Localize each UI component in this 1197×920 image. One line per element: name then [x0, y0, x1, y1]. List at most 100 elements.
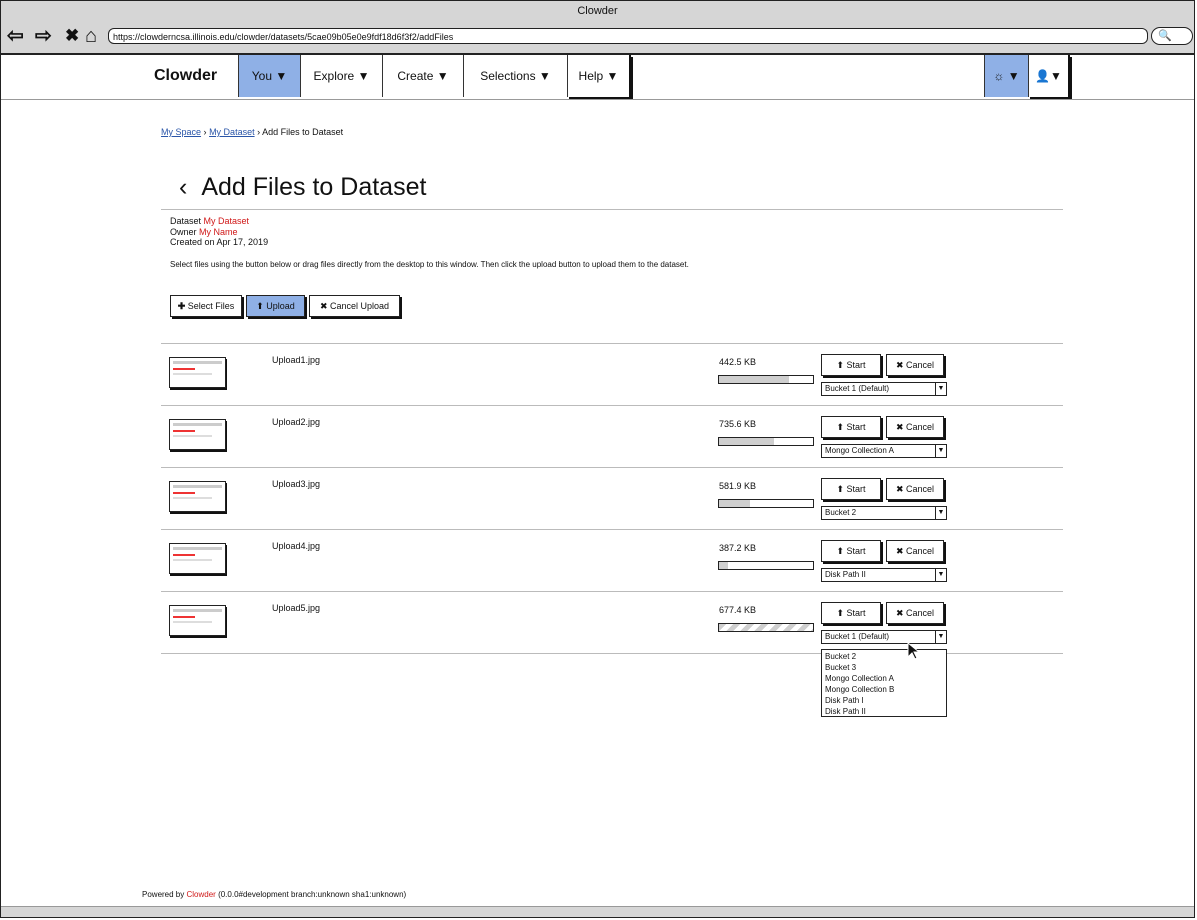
file-name: Upload5.jpg: [272, 603, 321, 613]
upload-progress-fill: [719, 438, 775, 445]
cancel-button[interactable]: ✖ Cancel: [886, 540, 944, 562]
forward-arrow-icon[interactable]: ⇨: [35, 25, 52, 47]
address-bar-row: ⇦ ⇨ ✖ ⌂ https://clowderncsa.illinois.edu…: [1, 21, 1194, 55]
upload-progress-bar: [718, 499, 814, 508]
upload-circle-icon: ⬆: [836, 546, 844, 556]
plus-icon: ✚: [177, 301, 186, 311]
chevron-down-icon[interactable]: ▼: [935, 507, 946, 519]
browser-window: Clowder ⇦ ⇨ ✖ ⌂ https://clowderncsa.illi…: [0, 0, 1195, 918]
storage-select-value: Mongo Collection A: [825, 446, 894, 455]
cancel-button[interactable]: ✖ Cancel: [886, 354, 944, 376]
created-meta: Created on Apr 17, 2019: [170, 237, 269, 247]
menu-explore[interactable]: Explore ▼: [300, 55, 382, 97]
file-name: Upload2.jpg: [272, 417, 321, 427]
start-button[interactable]: ⬆ Start: [821, 478, 881, 500]
menu-settings[interactable]: ☼ ▼: [984, 55, 1028, 97]
upload-progress-bar: [718, 623, 814, 632]
storage-select[interactable]: Bucket 1 (Default) ▼: [821, 382, 947, 396]
menu-user[interactable]: 👤▼: [1028, 55, 1070, 97]
top-navbar: Clowder You ▼ Explore ▼ Create ▼ Selecti…: [1, 55, 1194, 100]
upload-progress-fill: [719, 562, 729, 569]
file-row: Upload3.jpg 581.9 KB ⬆ Start ✖ Cancel Bucket…: [161, 468, 1063, 530]
window-title: Clowder: [577, 5, 618, 17]
window-statusbar: [1, 906, 1194, 917]
file-size: 677.4 KB: [719, 605, 757, 615]
file-size: 581.9 KB: [719, 481, 757, 491]
footer: Powered by Clowder (0.0.0#development br…: [142, 890, 406, 899]
upload-button[interactable]: ⬆ Upload: [246, 295, 305, 317]
cancel-upload-button[interactable]: ✖ Cancel Upload: [309, 295, 400, 317]
search-icon[interactable]: 🔍: [1151, 27, 1193, 45]
cross-icon: ✖: [895, 608, 904, 618]
storage-select[interactable]: Bucket 2 ▼: [821, 506, 947, 520]
breadcrumb-my-dataset[interactable]: My Dataset: [209, 127, 255, 137]
dropdown-option[interactable]: Mongo Collection B: [825, 684, 943, 695]
page-title: ‹ Add Files to Dataset: [179, 173, 426, 202]
upload-label: Upload: [266, 301, 295, 311]
upload-progress-fill: [719, 376, 789, 383]
storage-select[interactable]: Disk Path II ▼: [821, 568, 947, 582]
upload-progress-fill: [719, 500, 751, 507]
cancel-button[interactable]: ✖ Cancel: [886, 602, 944, 624]
mouse-cursor-icon: [907, 641, 921, 660]
chevron-down-icon[interactable]: ▼: [935, 383, 946, 395]
menu-you[interactable]: You ▼: [238, 55, 300, 97]
cancel-button[interactable]: ✖ Cancel: [886, 478, 944, 500]
dropdown-option[interactable]: Bucket 2: [825, 651, 943, 662]
file-name: Upload3.jpg: [272, 479, 321, 489]
start-button[interactable]: ⬆ Start: [821, 416, 881, 438]
cancel-upload-label: Cancel Upload: [330, 301, 390, 311]
cancel-button[interactable]: ✖ Cancel: [886, 416, 944, 438]
back-chevron-icon[interactable]: ‹: [179, 173, 187, 201]
divider: [161, 209, 1063, 210]
start-button[interactable]: ⬆ Start: [821, 602, 881, 624]
storage-select[interactable]: Bucket 1 (Default) ▼: [821, 630, 947, 644]
dropdown-option[interactable]: Disk Path I: [825, 695, 943, 706]
file-row: Upload1.jpg 442.5 KB ⬆ Start ✖ Cancel Bucket…: [161, 344, 1063, 406]
url-field[interactable]: https://clowderncsa.illinois.edu/clowder…: [108, 28, 1148, 44]
menu-create[interactable]: Create ▼: [382, 55, 463, 97]
select-files-button[interactable]: ✚ Select Files: [170, 295, 242, 317]
storage-select-value: Disk Path II: [825, 570, 866, 579]
chevron-down-icon[interactable]: ▼: [935, 569, 946, 581]
back-arrow-icon[interactable]: ⇦: [7, 25, 24, 47]
start-label: Start: [846, 360, 866, 370]
start-button[interactable]: ⬆ Start: [821, 354, 881, 376]
file-row: Upload5.jpg 677.4 KB ⬆ Start ✖ Cancel Bucket…: [161, 592, 1063, 654]
cancel-label: Cancel: [906, 546, 935, 556]
upload-circle-icon: ⬆: [836, 422, 844, 432]
footer-brand-link[interactable]: Clowder: [186, 890, 215, 899]
cancel-label: Cancel: [906, 484, 935, 494]
file-thumbnail: [169, 481, 226, 512]
footer-prefix: Powered by: [142, 890, 185, 899]
file-row: Upload4.jpg 387.2 KB ⬆ Start ✖ Cancel Disk P…: [161, 530, 1063, 592]
dropdown-option[interactable]: Disk Path II: [825, 706, 943, 717]
start-label: Start: [846, 422, 866, 432]
brand-logo[interactable]: Clowder: [154, 67, 217, 85]
home-icon[interactable]: ⌂: [85, 25, 97, 47]
close-icon[interactable]: ✖: [65, 25, 79, 47]
chevron-down-icon[interactable]: ▼: [935, 445, 946, 457]
page-title-text: Add Files to Dataset: [201, 173, 427, 201]
file-thumbnail: [169, 605, 226, 636]
cancel-label: Cancel: [906, 422, 935, 432]
cancel-label: Cancel: [906, 608, 935, 618]
dropdown-option[interactable]: Bucket 3: [825, 662, 943, 673]
start-label: Start: [846, 608, 866, 618]
chevron-down-icon[interactable]: ▼: [935, 631, 946, 643]
cross-icon: ✖: [895, 484, 904, 494]
file-size: 387.2 KB: [719, 543, 757, 553]
menu-selections[interactable]: Selections ▼: [463, 55, 567, 97]
owner-link[interactable]: My Name: [199, 227, 238, 237]
storage-dropdown-menu[interactable]: Bucket 2 Bucket 3 Mongo Collection A Mon…: [821, 649, 947, 717]
start-button[interactable]: ⬆ Start: [821, 540, 881, 562]
cross-icon: ✖: [895, 546, 904, 556]
storage-select[interactable]: Mongo Collection A ▼: [821, 444, 947, 458]
breadcrumb: My Space › My Dataset › Add Files to Dat…: [161, 127, 343, 137]
upload-progress-bar: [718, 437, 814, 446]
upload-circle-icon: ⬆: [836, 608, 844, 618]
menu-help[interactable]: Help ▼: [567, 55, 631, 97]
dropdown-option[interactable]: Mongo Collection A: [825, 673, 943, 684]
dataset-link[interactable]: My Dataset: [204, 216, 250, 226]
breadcrumb-my-space[interactable]: My Space: [161, 127, 201, 137]
